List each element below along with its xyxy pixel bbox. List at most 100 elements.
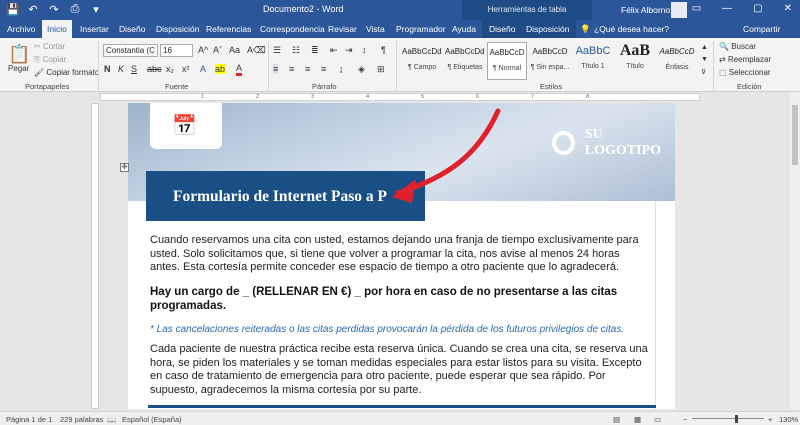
ribbon-display-icon[interactable]: ▭ <box>692 3 701 14</box>
underline-button[interactable]: S <box>131 64 137 74</box>
change-case-button[interactable]: Aa <box>229 45 240 55</box>
numbering-icon[interactable]: ☷ <box>292 45 300 56</box>
sort-icon[interactable]: ↕ <box>362 45 367 55</box>
show-marks-button[interactable]: ¶ <box>381 45 386 55</box>
align-right-icon[interactable]: ≡ <box>305 64 310 74</box>
zoom-in-button[interactable]: + <box>768 415 772 424</box>
page-count[interactable]: Página 1 de 1 <box>6 415 52 424</box>
style-preview: AaBbCcD <box>532 47 568 56</box>
bold-button[interactable]: N <box>104 64 111 74</box>
shrink-font-button[interactable]: Aˇ <box>213 45 222 55</box>
style-campo[interactable]: AaBbCcDdE ¶ Campo <box>402 42 442 80</box>
copy-button[interactable]: ⎘ Copiar <box>34 55 66 65</box>
font-name-select[interactable]: Constantia (C <box>103 44 158 57</box>
zoom-level[interactable]: 130% <box>779 415 798 424</box>
tab-programador[interactable]: Programador <box>396 24 446 34</box>
decrease-indent-icon[interactable]: ⇤ <box>330 45 338 56</box>
save-icon[interactable]: 💾 <box>6 3 20 16</box>
table-move-handle-icon[interactable]: ✥ <box>120 163 129 172</box>
print-icon[interactable]: ⎙ <box>69 3 81 16</box>
print-layout-icon[interactable]: ▦ <box>634 415 641 424</box>
tab-disposicion[interactable]: Disposición <box>156 24 199 34</box>
paste-button[interactable]: Pegar <box>8 64 29 73</box>
avatar[interactable] <box>671 2 687 18</box>
tab-correspondencia[interactable]: Correspondencia <box>260 24 325 34</box>
undo-icon[interactable]: ↶ <box>27 3 39 16</box>
zoom-out-button[interactable]: − <box>683 415 687 424</box>
proofing-icon[interactable]: 📖 <box>107 415 116 424</box>
borders-icon[interactable]: ⊞ <box>377 64 385 75</box>
highlight-button[interactable]: ab <box>215 64 226 74</box>
read-mode-icon[interactable]: ▤ <box>613 415 620 424</box>
find-button[interactable]: 🔍 Buscar <box>719 42 756 51</box>
style-preview: AaBbCcDdE <box>445 47 485 56</box>
styles-more-icon[interactable]: ⊽ <box>701 68 706 76</box>
multilevel-list-icon[interactable]: ≣ <box>311 45 319 56</box>
horizontal-ruler[interactable]: 1 2 3 4 5 6 7 8 <box>100 93 700 101</box>
tab-vista[interactable]: Vista <box>366 24 385 34</box>
vertical-scrollbar[interactable] <box>790 93 800 409</box>
tab-table-layout[interactable]: Disposición <box>526 24 569 34</box>
maximize-button[interactable]: ▢ <box>753 3 762 14</box>
grow-font-button[interactable]: A^ <box>198 45 208 55</box>
style-sin-espaciado[interactable]: AaBbCcD ¶ Sin espa... <box>530 42 570 80</box>
tab-revisar[interactable]: Revisar <box>328 24 357 34</box>
paragraph-policy[interactable]: Cada paciente de nuestra práctica recibe… <box>150 343 655 397</box>
shading-icon[interactable]: ◈ <box>358 64 365 75</box>
tab-diseno[interactable]: Diseño <box>119 24 145 34</box>
strikethrough-button[interactable]: abc <box>147 64 162 74</box>
paste-icon[interactable]: 📋 <box>8 44 30 65</box>
tab-table-design[interactable]: Diseño <box>489 24 515 34</box>
minimize-button[interactable]: — <box>722 3 732 14</box>
align-center-icon[interactable]: ≡ <box>289 64 294 74</box>
zoom-slider-thumb[interactable] <box>735 415 738 423</box>
vertical-ruler[interactable] <box>91 103 99 409</box>
user-name[interactable]: Félix Albornoz <box>621 5 674 15</box>
replace-button[interactable]: ⇄ Reemplazar <box>719 55 771 64</box>
styles-group-label: Estilos <box>540 82 563 91</box>
style-titulo[interactable]: AaB Título <box>615 42 655 80</box>
font-color-button[interactable]: A <box>236 64 243 76</box>
paragraph-charge[interactable]: Hay un cargo de _ (RELLENAR EN €) _ por … <box>150 285 650 313</box>
paragraph-cancellation-note[interactable]: * Las cancelaciones reiteradas o las cit… <box>150 324 650 335</box>
zoom-slider[interactable] <box>692 418 764 419</box>
style-normal[interactable]: AaBbCcD ¶ Normal <box>487 42 527 80</box>
justify-icon[interactable]: ≡ <box>321 64 326 74</box>
styles-scroll-down-icon[interactable]: ▼ <box>701 56 708 63</box>
redo-icon[interactable]: ↷ <box>48 3 60 16</box>
style-titulo-1[interactable]: AaBbC Título 1 <box>573 42 613 80</box>
text-effects-button[interactable]: A <box>200 64 206 74</box>
tab-archivo[interactable]: Archivo <box>7 24 35 34</box>
web-layout-icon[interactable]: ▭ <box>654 415 661 424</box>
clear-format-button[interactable]: A⌫ <box>247 45 266 56</box>
subscript-button[interactable]: x₂ <box>166 64 174 74</box>
tab-inicio[interactable]: Inicio <box>42 20 72 38</box>
bullets-icon[interactable]: ☰ <box>273 45 281 56</box>
font-size-select[interactable]: 16 <box>160 44 193 57</box>
line-spacing-icon[interactable]: ↨ <box>339 64 344 74</box>
style-etiquetas[interactable]: AaBbCcDdE ¶ Etiquetas <box>445 42 485 80</box>
select-button[interactable]: ⬚ Seleccionar <box>719 68 771 77</box>
document-page[interactable]: 📅 SU LOGOTIPO Formulario de Internet Pas… <box>128 103 675 409</box>
paragraph-reservation[interactable]: Cuando reservamos una cita con usted, es… <box>150 234 650 275</box>
increase-indent-icon[interactable]: ⇥ <box>345 45 353 56</box>
tell-me-search[interactable]: ¿Qué desea hacer? <box>594 24 669 34</box>
format-painter-button[interactable]: 🖌 Copiar formato <box>34 68 99 77</box>
tab-referencias[interactable]: Referencias <box>206 24 251 34</box>
close-button[interactable]: ✕ <box>784 3 792 14</box>
word-count[interactable]: 229 palabras <box>60 415 103 424</box>
share-button[interactable]: Compartir <box>743 24 780 34</box>
style-enfasis[interactable]: AaBbCcD Énfasis <box>657 42 697 80</box>
cut-button[interactable]: ✂ Cortar <box>34 42 65 51</box>
superscript-button[interactable]: x² <box>182 64 190 74</box>
customize-qat-icon[interactable]: ▾ <box>90 3 102 16</box>
divider <box>268 41 269 91</box>
ribbon: 📋 Pegar ✂ Cortar ⎘ Copiar 🖌 Copiar forma… <box>0 38 800 92</box>
align-left-icon[interactable]: ≡ <box>273 64 279 74</box>
italic-button[interactable]: K <box>118 64 124 74</box>
tab-insertar[interactable]: Insertar <box>80 24 109 34</box>
language[interactable]: Español (España) <box>122 415 182 424</box>
styles-scroll-up-icon[interactable]: ▲ <box>701 44 708 51</box>
scrollbar-thumb[interactable] <box>792 105 798 165</box>
tab-ayuda[interactable]: Ayuda <box>452 24 476 34</box>
